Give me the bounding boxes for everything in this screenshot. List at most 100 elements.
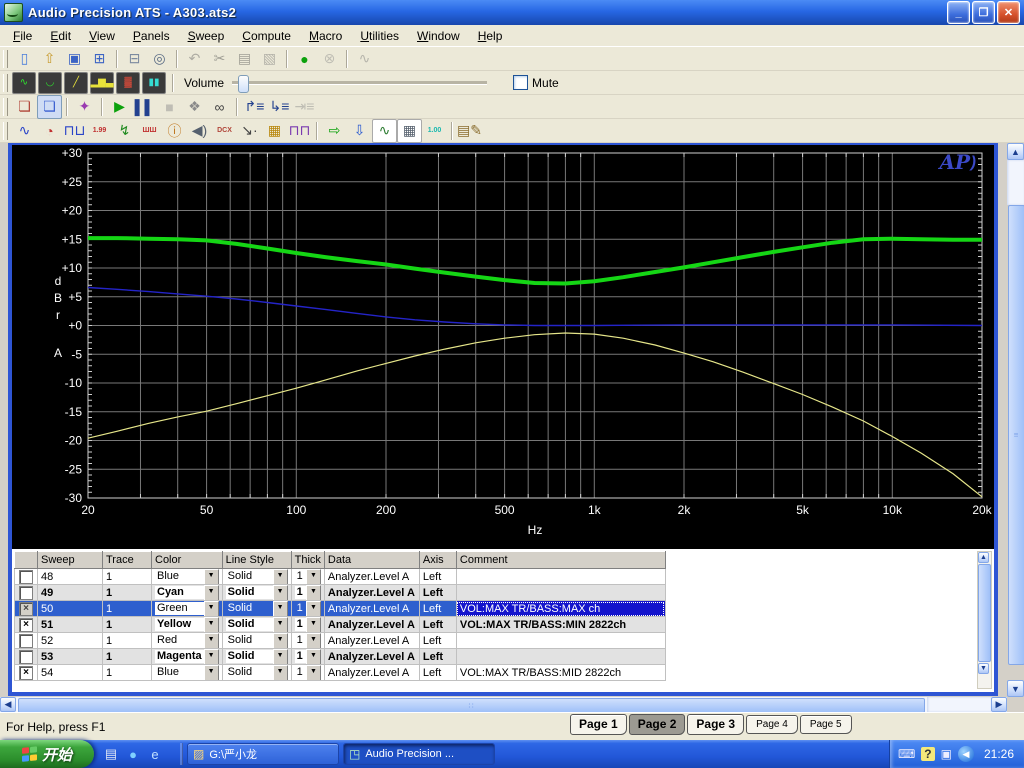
import-data-icon[interactable]: ⇩: [347, 119, 372, 143]
save-all-icon[interactable]: ⊞: [87, 47, 112, 71]
quicklaunch-ie-icon[interactable]: e: [146, 745, 164, 763]
color-dropdown-icon[interactable]: ▼: [203, 601, 219, 616]
color-cell[interactable]: Cyan ▼: [151, 584, 223, 601]
row-checkbox[interactable]: ×: [19, 617, 33, 632]
column-header-comment[interactable]: Comment: [455, 551, 666, 569]
table-row-50[interactable]: × 50 1 Green ▼ Solid ▼ 1 ▼ Analyzer.Level A Left VO…: [14, 600, 666, 617]
axis-cell[interactable]: Left: [418, 648, 457, 665]
row-select-cell[interactable]: ×: [14, 600, 38, 617]
tray-restore-icon[interactable]: ▣: [941, 747, 952, 761]
comment-on-icon[interactable]: ❏: [37, 94, 62, 119]
tab-page-2[interactable]: Page 2: [628, 714, 686, 735]
row-select-cell[interactable]: ×: [14, 616, 38, 633]
comment-cell[interactable]: [455, 648, 666, 665]
thick-cell[interactable]: 1 ▼: [290, 600, 325, 617]
vertical-scrollbar[interactable]: ▲ ≡ ▼: [1007, 143, 1024, 697]
comment-cell[interactable]: VOL:MAX TR/BASS:MID 2822ch: [455, 664, 666, 681]
scroll-down-icon[interactable]: ▼: [1007, 680, 1024, 697]
table-scroll-down-icon[interactable]: ▼: [978, 663, 989, 674]
quicklaunch-desktop-icon[interactable]: ▤: [102, 745, 120, 763]
print-preview-icon[interactable]: ◎: [147, 47, 172, 71]
volume-slider[interactable]: [232, 74, 488, 93]
trace-cell[interactable]: 1: [102, 584, 152, 601]
menu-compute[interactable]: Compute: [233, 27, 300, 45]
menu-sweep[interactable]: Sweep: [179, 27, 234, 45]
data-cell[interactable]: Analyzer.Level A: [323, 664, 420, 681]
go-data-icon[interactable]: ⇨: [322, 119, 347, 143]
line-style-cell[interactable]: Solid ▼: [221, 568, 292, 585]
table-row-52[interactable]: 52 1 Red ▼ Solid ▼ 1 ▼ Analyzer.Level A Left: [14, 632, 666, 649]
row-select-cell[interactable]: [14, 632, 38, 649]
dcx-panel-icon[interactable]: DCX: [212, 119, 237, 143]
table-scrollbar[interactable]: ▲ ▼: [977, 551, 992, 689]
sweep-cell[interactable]: 51: [37, 616, 103, 633]
axis-cell[interactable]: Left: [418, 568, 457, 585]
tab-page-1[interactable]: Page 1: [570, 714, 627, 735]
trace-cell[interactable]: 1: [102, 664, 152, 681]
color-dropdown-icon[interactable]: ▼: [203, 569, 219, 584]
view-optimize-icon[interactable]: ∞: [207, 95, 232, 119]
pan-hand-icon[interactable]: ❖: [182, 95, 207, 119]
line-style-dropdown-icon[interactable]: ▼: [272, 569, 288, 584]
row-checkbox[interactable]: [19, 633, 33, 648]
thick-cell[interactable]: 1 ▼: [290, 664, 325, 681]
app-icon[interactable]: [4, 3, 23, 22]
thick-dropdown-icon[interactable]: ▼: [305, 569, 321, 584]
menu-panels[interactable]: Panels: [124, 27, 179, 45]
axis-cell[interactable]: Left: [418, 616, 457, 633]
start-button[interactable]: 开始: [0, 740, 94, 768]
task-button-0[interactable]: ▨ G:\严小龙: [187, 743, 339, 765]
mute-checkbox[interactable]: [513, 75, 529, 90]
menu-edit[interactable]: Edit: [41, 27, 80, 45]
row-select-cell[interactable]: [14, 648, 38, 665]
menu-macro[interactable]: Macro: [300, 27, 351, 45]
line-style-cell[interactable]: Solid ▼: [221, 648, 292, 665]
menu-window[interactable]: Window: [408, 27, 469, 45]
trace-cell[interactable]: 1: [102, 600, 152, 617]
row-checkbox[interactable]: ×: [19, 665, 33, 680]
sweep-pause-icon[interactable]: ▌▌: [132, 95, 157, 119]
color-dropdown-icon[interactable]: ▼: [203, 665, 219, 680]
line-style-dropdown-icon[interactable]: ▼: [272, 649, 288, 664]
toolbar-grip[interactable]: [3, 49, 8, 68]
row-select-cell[interactable]: [14, 568, 38, 585]
data-cell[interactable]: Analyzer.Level A: [323, 584, 420, 601]
comment-cell[interactable]: [455, 584, 666, 601]
column-header-color[interactable]: Color: [151, 551, 223, 569]
vertical-scrollbar-thumb[interactable]: ≡: [1008, 205, 1024, 665]
scroll-up-icon[interactable]: ▲: [1007, 143, 1024, 160]
toolbar-grip[interactable]: [3, 97, 8, 116]
thick-dropdown-icon[interactable]: ▼: [305, 617, 321, 632]
row-select-cell[interactable]: ×: [14, 664, 38, 681]
toolbar-grip[interactable]: [3, 121, 8, 140]
color-cell[interactable]: Blue ▼: [151, 664, 223, 681]
tray-help-icon[interactable]: ?: [921, 747, 935, 761]
scroll-left-icon[interactable]: ◀: [0, 697, 16, 712]
thick-cell[interactable]: 1 ▼: [290, 616, 325, 633]
thick-cell[interactable]: 1 ▼: [290, 568, 325, 585]
switcher-icon[interactable]: ▦: [262, 119, 287, 143]
line-style-cell[interactable]: Solid ▼: [221, 584, 292, 601]
column-header-data[interactable]: Data: [323, 551, 420, 569]
comment-cell[interactable]: [455, 632, 666, 649]
language-bar-icon[interactable]: ◀: [957, 746, 974, 762]
tab-page-5[interactable]: Page 5: [799, 715, 852, 734]
horizontal-scrollbar[interactable]: ◀ ∷ ▶: [0, 697, 1007, 713]
probe-icon[interactable]: ↘·: [237, 119, 262, 143]
comment-cell[interactable]: VOL:MAX TR/BASS:MIN 2822ch: [455, 616, 666, 633]
square-wave-icon[interactable]: ⊓⊔: [62, 119, 87, 143]
color-cell[interactable]: Yellow ▼: [151, 616, 223, 633]
data-editor-icon[interactable]: ▦: [397, 118, 422, 143]
menu-file[interactable]: File: [4, 27, 41, 45]
row-checkbox[interactable]: ×: [19, 601, 33, 616]
data-cell[interactable]: Analyzer.Level A: [323, 568, 420, 585]
quicklaunch-messenger-icon[interactable]: ●: [124, 745, 142, 763]
axis-cell[interactable]: Left: [418, 584, 457, 601]
data-cell[interactable]: Analyzer.Level A: [323, 632, 420, 649]
menu-help[interactable]: Help: [469, 27, 512, 45]
table-row-51[interactable]: × 51 1 Yellow ▼ Solid ▼ 1 ▼ Analyzer.Level A Left V…: [14, 616, 666, 633]
comment-off-icon[interactable]: ❏: [12, 95, 37, 119]
menu-utilities[interactable]: Utilities: [351, 27, 408, 45]
line-style-dropdown-icon[interactable]: ▼: [272, 585, 288, 600]
column-header-axis[interactable]: Axis: [418, 551, 457, 569]
